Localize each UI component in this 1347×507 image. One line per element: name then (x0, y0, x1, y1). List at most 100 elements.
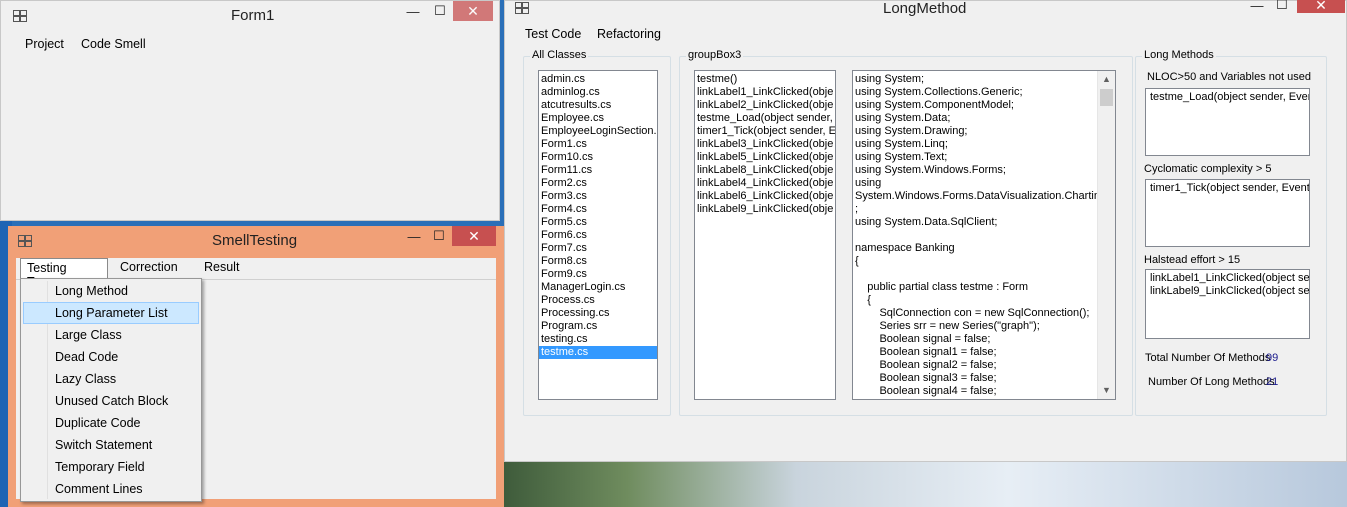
long-methods-label: Long Methods (1142, 49, 1216, 61)
close-button[interactable]: ✕ (452, 226, 496, 246)
menu-code-smell[interactable]: Code Smell (81, 37, 146, 51)
list-item[interactable]: timer1_Tick(object sender, E (695, 125, 835, 138)
close-button[interactable]: ✕ (453, 1, 493, 21)
list-item[interactable]: linkLabel5_LinkClicked(obje (695, 151, 835, 164)
code-line: using System.Data.SqlClient; (855, 216, 998, 228)
halstead-listbox[interactable]: linkLabel1_LinkClicked(object ser linkLa… (1145, 269, 1310, 339)
smelltesting-titlebar[interactable]: SmellTesting — ☐ ✕ (8, 226, 504, 256)
list-item[interactable]: Form8.cs (539, 255, 657, 268)
list-item[interactable]: linkLabel9_LinkClicked(object ser (1146, 285, 1309, 298)
menu-item-unused-catch-block[interactable]: Unused Catch Block (23, 390, 199, 412)
list-item[interactable]: linkLabel1_LinkClicked(obje (695, 86, 835, 99)
code-line: namespace Banking (855, 242, 955, 254)
code-line: public partial class testme : Form (855, 281, 1028, 293)
code-line: Series srr = new Series("graph"); (855, 320, 1040, 332)
list-item[interactable]: linkLabel2_LinkClicked(obje (695, 99, 835, 112)
close-button[interactable]: ✕ (1297, 0, 1345, 13)
list-item[interactable]: Processing.cs (539, 307, 657, 320)
scroll-up-arrow[interactable]: ▲ (1098, 71, 1115, 88)
list-item[interactable]: atcutresults.cs (539, 99, 657, 112)
maximize-button[interactable]: ☐ (1273, 0, 1291, 15)
minimize-button[interactable]: — (403, 1, 423, 21)
scroll-down-arrow[interactable]: ▼ (1098, 382, 1115, 399)
classes-listbox[interactable]: admin.cs adminlog.cs atcutresults.cs Employ… (538, 70, 658, 400)
list-item[interactable]: testing.cs (539, 333, 657, 346)
list-item[interactable]: linkLabel1_LinkClicked(object ser (1146, 272, 1309, 285)
nloc-listbox[interactable]: testme_Load(object sender, Even (1145, 88, 1310, 156)
methods-listbox[interactable]: testme() linkLabel1_LinkClicked(obje linkL… (694, 70, 836, 400)
cyclomatic-label: Cyclomatic complexity > 5 (1144, 163, 1272, 175)
menu-item-comment-lines[interactable]: Comment Lines (23, 478, 199, 500)
code-line: ; (855, 203, 859, 215)
tab-result[interactable]: Result (198, 258, 245, 278)
list-item[interactable]: EmployeeLoginSection.c (539, 125, 657, 138)
menu-item-long-parameter-list[interactable]: Long Parameter List (23, 302, 199, 324)
smelltesting-window: SmellTesting — ☐ ✕ Testing Types Correct… (8, 226, 504, 507)
menu-item-large-class[interactable]: Large Class (23, 324, 199, 346)
tab-testing-types[interactable]: Testing Types (20, 258, 108, 289)
menu-item-long-method[interactable]: Long Method (23, 280, 199, 302)
minimize-button[interactable]: — (404, 226, 424, 246)
testing-types-dropdown: Long Method Long Parameter List Large Cl… (20, 278, 202, 502)
list-item[interactable]: Form11.cs (539, 164, 657, 177)
code-line: SqlConnection con = new SqlConnection(); (855, 307, 1090, 319)
list-item[interactable]: timer1_Tick(object sender, Event (1146, 182, 1309, 195)
menu-test-code[interactable]: Test Code (525, 27, 581, 41)
list-item[interactable]: Form9.cs (539, 268, 657, 281)
maximize-button[interactable]: ☐ (430, 226, 448, 246)
list-item[interactable]: Form7.cs (539, 242, 657, 255)
all-classes-group: All Classes admin.cs adminlog.cs atcutresu… (523, 49, 671, 416)
menu-item-switch-statement[interactable]: Switch Statement (23, 434, 199, 456)
list-item[interactable]: Form2.cs (539, 177, 657, 190)
scroll-thumb[interactable] (1100, 89, 1113, 106)
list-item[interactable]: linkLabel8_LinkClicked(obje (695, 164, 835, 177)
menu-item-lazy-class[interactable]: Lazy Class (23, 368, 199, 390)
code-scrollbar[interactable]: ▲ ▼ (1097, 71, 1115, 399)
list-item[interactable]: ManagerLogin.cs (539, 281, 657, 294)
menu-item-duplicate-code[interactable]: Duplicate Code (23, 412, 199, 434)
longmethod-menubar: Test Code Refactoring (511, 24, 1340, 46)
menu-item-temporary-field[interactable]: Temporary Field (23, 456, 199, 478)
maximize-button[interactable]: ☐ (431, 1, 449, 21)
list-item[interactable]: admin.cs (539, 73, 657, 86)
code-line: System.Windows.Forms.DataVisualization.C… (855, 190, 1107, 202)
list-item[interactable]: Form10.cs (539, 151, 657, 164)
longmethod-titlebar[interactable]: LongMethod — ☐ ✕ (505, 0, 1346, 21)
list-item[interactable]: linkLabel3_LinkClicked(obje (695, 138, 835, 151)
menu-item-dead-code[interactable]: Dead Code (23, 346, 199, 368)
list-item[interactable]: adminlog.cs (539, 86, 657, 99)
cyclomatic-listbox[interactable]: timer1_Tick(object sender, Event (1145, 179, 1310, 247)
list-item[interactable]: linkLabel4_LinkClicked(obje (695, 177, 835, 190)
minimize-button[interactable]: — (1247, 0, 1267, 15)
desktop-wallpaper (500, 462, 1347, 507)
list-item[interactable]: testme.cs (539, 346, 657, 359)
code-line: using System.Data; (855, 112, 951, 124)
form1-titlebar[interactable]: Form1 — ☐ ✕ (1, 1, 499, 31)
menu-project[interactable]: Project (25, 37, 64, 51)
list-item[interactable]: testme() (695, 73, 835, 86)
form1-menubar: Project Code Smell (9, 34, 491, 56)
list-item[interactable]: Form3.cs (539, 190, 657, 203)
list-item[interactable]: linkLabel9_LinkClicked(obje (695, 203, 835, 216)
list-item[interactable]: Employee.cs (539, 112, 657, 125)
code-line: { (855, 255, 859, 267)
code-line: Boolean signal3 = false; (855, 372, 997, 384)
all-classes-label: All Classes (530, 49, 589, 61)
long-methods-count-label: Number Of Long Methods (1148, 376, 1275, 388)
list-item[interactable]: Program.cs (539, 320, 657, 333)
longmethod-window: LongMethod — ☐ ✕ Test Code Refactoring A… (504, 0, 1347, 462)
tab-correction[interactable]: Correction (114, 258, 184, 278)
list-item[interactable]: Form4.cs (539, 203, 657, 216)
list-item[interactable]: linkLabel6_LinkClicked(obje (695, 190, 835, 203)
long-methods-count-value: 21 (1266, 376, 1279, 388)
total-methods-value: 99 (1266, 352, 1279, 364)
list-item[interactable]: Form5.cs (539, 216, 657, 229)
menu-refactoring[interactable]: Refactoring (597, 27, 661, 41)
list-item[interactable]: Form1.cs (539, 138, 657, 151)
code-textbox[interactable]: using System; using System.Collections.Ge… (852, 70, 1116, 400)
list-item[interactable]: testme_Load(object sender, Even (1146, 91, 1309, 104)
list-item[interactable]: Process.cs (539, 294, 657, 307)
list-item[interactable]: Form6.cs (539, 229, 657, 242)
list-item[interactable]: testme_Load(object sender, (695, 112, 835, 125)
